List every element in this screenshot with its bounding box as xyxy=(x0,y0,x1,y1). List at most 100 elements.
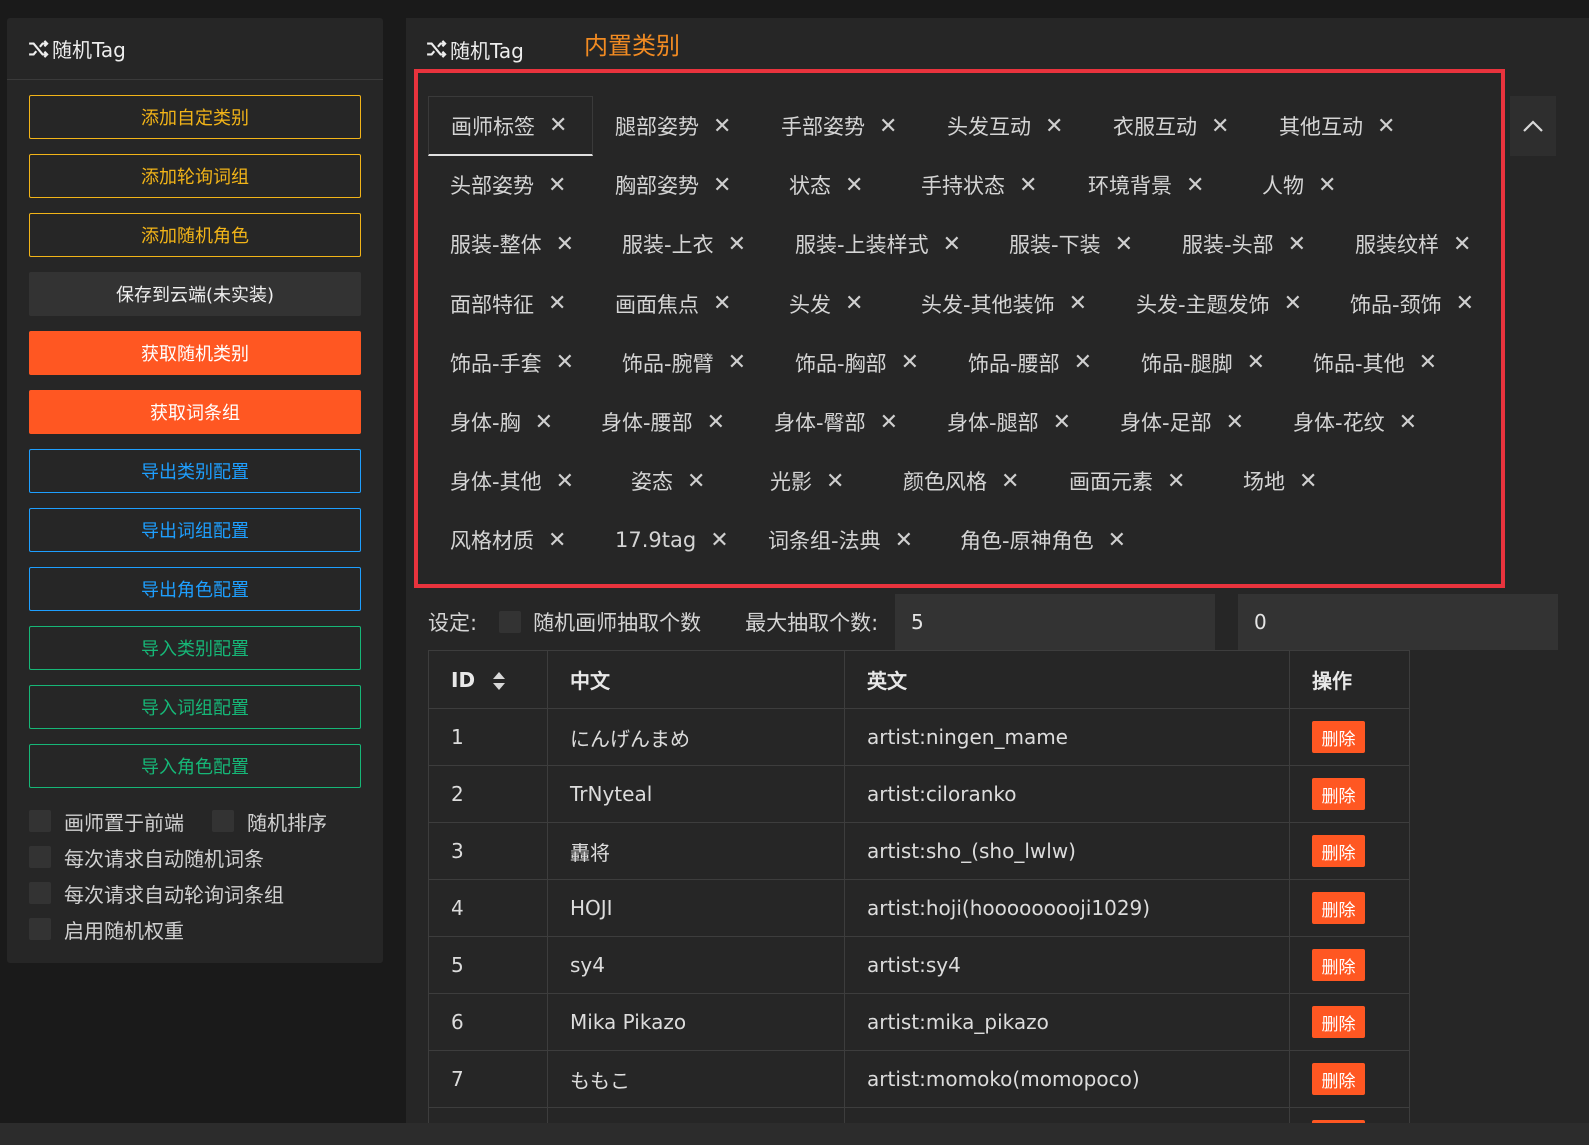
close-icon[interactable]: ✕ xyxy=(1019,173,1037,198)
close-icon[interactable]: ✕ xyxy=(713,173,731,198)
category-tab[interactable]: 身体-臀部 ✕ xyxy=(752,392,898,452)
action-button-9[interactable]: 导入类别配置 xyxy=(29,626,361,670)
close-icon[interactable]: ✕ xyxy=(1074,350,1092,375)
id-column-header[interactable]: ID xyxy=(428,650,548,709)
close-icon[interactable]: ✕ xyxy=(1167,469,1185,494)
delete-button[interactable]: 删除 xyxy=(1312,721,1365,753)
action-button-5[interactable]: 获取词条组 xyxy=(29,390,361,434)
close-icon[interactable]: ✕ xyxy=(1399,410,1417,435)
close-icon[interactable]: ✕ xyxy=(1453,232,1471,257)
category-tab[interactable]: 画师标签 ✕ xyxy=(428,96,593,156)
close-icon[interactable]: ✕ xyxy=(548,528,566,553)
artist-front-checkbox[interactable] xyxy=(29,810,51,832)
category-tab[interactable]: 手部姿势 ✕ xyxy=(759,96,897,156)
close-icon[interactable]: ✕ xyxy=(901,350,919,375)
close-icon[interactable]: ✕ xyxy=(1318,173,1336,198)
category-tab[interactable]: 头发 ✕ xyxy=(767,274,863,334)
close-icon[interactable]: ✕ xyxy=(713,291,731,316)
action-button-6[interactable]: 导出类别配置 xyxy=(29,449,361,493)
category-tab[interactable]: 头发互动 ✕ xyxy=(925,96,1063,156)
action-button-11[interactable]: 导入角色配置 xyxy=(29,744,361,788)
close-icon[interactable]: ✕ xyxy=(1247,350,1265,375)
random-weight-option[interactable]: 启用随机权重 xyxy=(29,915,184,944)
category-tab[interactable]: 身体-其他 ✕ xyxy=(428,451,574,511)
close-icon[interactable]: ✕ xyxy=(728,232,746,257)
delete-button[interactable]: 删除 xyxy=(1312,892,1365,924)
category-tab[interactable]: 身体-胸 ✕ xyxy=(428,392,553,452)
category-tab[interactable]: 环境背景 ✕ xyxy=(1066,155,1204,215)
close-icon[interactable]: ✕ xyxy=(1211,114,1229,139)
action-button-3[interactable]: 保存到云端(未实装) xyxy=(29,272,361,316)
category-tab[interactable]: 头部姿势 ✕ xyxy=(428,155,566,215)
delete-button[interactable]: 删除 xyxy=(1312,1063,1365,1095)
category-tab[interactable]: 人物 ✕ xyxy=(1240,155,1336,215)
category-tab[interactable]: 衣服互动 ✕ xyxy=(1091,96,1229,156)
action-button-8[interactable]: 导出角色配置 xyxy=(29,567,361,611)
category-tab[interactable]: 服装-下装 ✕ xyxy=(987,214,1133,274)
close-icon[interactable]: ✕ xyxy=(826,469,844,494)
close-icon[interactable]: ✕ xyxy=(1226,410,1244,435)
auto-poll-checkbox[interactable] xyxy=(29,882,51,904)
category-tab[interactable]: 身体-腰部 ✕ xyxy=(579,392,725,452)
category-tab[interactable]: 饰品-腿脚 ✕ xyxy=(1119,333,1265,393)
auto-random-option[interactable]: 每次请求自动随机词条 xyxy=(29,843,264,872)
close-icon[interactable]: ✕ xyxy=(707,410,725,435)
random-sort-option[interactable]: 随机排序 xyxy=(212,807,327,836)
category-tab[interactable]: 画面焦点 ✕ xyxy=(593,274,731,334)
max-count-input[interactable] xyxy=(895,594,1215,650)
close-icon[interactable]: ✕ xyxy=(1288,232,1306,257)
delete-button[interactable]: 删除 xyxy=(1312,1006,1365,1038)
action-button-10[interactable]: 导入词组配置 xyxy=(29,685,361,729)
close-icon[interactable]: ✕ xyxy=(1284,291,1302,316)
category-tab[interactable]: 17.9tag ✕ xyxy=(593,510,729,570)
category-tab[interactable]: 词条组-法典 ✕ xyxy=(746,510,913,570)
close-icon[interactable]: ✕ xyxy=(845,173,863,198)
category-tab[interactable]: 画面元素 ✕ xyxy=(1047,451,1185,511)
close-icon[interactable]: ✕ xyxy=(1419,350,1437,375)
delete-button[interactable]: 删除 xyxy=(1312,1120,1365,1123)
close-icon[interactable]: ✕ xyxy=(1053,410,1071,435)
action-button-1[interactable]: 添加轮询词组 xyxy=(29,154,361,198)
category-tab[interactable]: 饰品-颈饰 ✕ xyxy=(1328,274,1474,334)
action-button-2[interactable]: 添加随机角色 xyxy=(29,213,361,257)
artist-front-option[interactable]: 画师置于前端 xyxy=(29,807,184,836)
category-tab[interactable]: 面部特征 ✕ xyxy=(428,274,566,334)
close-icon[interactable]: ✕ xyxy=(687,469,705,494)
category-tab[interactable]: 胸部姿势 ✕ xyxy=(593,155,731,215)
category-tab[interactable]: 服装纹样 ✕ xyxy=(1333,214,1471,274)
close-icon[interactable]: ✕ xyxy=(1299,469,1317,494)
collapse-tabs-button[interactable] xyxy=(1510,96,1556,156)
close-icon[interactable]: ✕ xyxy=(1045,114,1063,139)
category-tab[interactable]: 饰品-其他 ✕ xyxy=(1291,333,1437,393)
close-icon[interactable]: ✕ xyxy=(845,291,863,316)
category-tab[interactable]: 服装-上装样式 ✕ xyxy=(773,214,961,274)
category-tab[interactable]: 姿态 ✕ xyxy=(609,451,705,511)
close-icon[interactable]: ✕ xyxy=(556,350,574,375)
delete-button[interactable]: 删除 xyxy=(1312,949,1365,981)
category-tab[interactable]: 身体-花纹 ✕ xyxy=(1271,392,1417,452)
close-icon[interactable]: ✕ xyxy=(1001,469,1019,494)
close-icon[interactable]: ✕ xyxy=(943,232,961,257)
close-icon[interactable]: ✕ xyxy=(713,114,731,139)
random-artist-checkbox[interactable] xyxy=(499,611,522,633)
category-tab[interactable]: 头发-主题发饰 ✕ xyxy=(1114,274,1302,334)
category-tab[interactable]: 服装-整体 ✕ xyxy=(428,214,574,274)
random-weight-checkbox[interactable] xyxy=(29,918,51,940)
category-tab[interactable]: 光影 ✕ xyxy=(748,451,844,511)
action-button-7[interactable]: 导出词组配置 xyxy=(29,508,361,552)
delete-button[interactable]: 删除 xyxy=(1312,835,1365,867)
category-tab[interactable]: 头发-其他装饰 ✕ xyxy=(899,274,1087,334)
close-icon[interactable]: ✕ xyxy=(895,528,913,553)
close-icon[interactable]: ✕ xyxy=(1456,291,1474,316)
action-button-4[interactable]: 获取随机类别 xyxy=(29,331,361,375)
close-icon[interactable]: ✕ xyxy=(1108,528,1126,553)
category-tab[interactable]: 服装-上衣 ✕ xyxy=(600,214,746,274)
category-tab[interactable]: 身体-足部 ✕ xyxy=(1098,392,1244,452)
category-tab[interactable]: 服装-头部 ✕ xyxy=(1160,214,1306,274)
auto-poll-option[interactable]: 每次请求自动轮询词条组 xyxy=(29,879,284,908)
close-icon[interactable]: ✕ xyxy=(1186,173,1204,198)
category-tab[interactable]: 状态 ✕ xyxy=(767,155,863,215)
close-icon[interactable]: ✕ xyxy=(548,291,566,316)
close-icon[interactable]: ✕ xyxy=(880,410,898,435)
close-icon[interactable]: ✕ xyxy=(549,113,567,138)
